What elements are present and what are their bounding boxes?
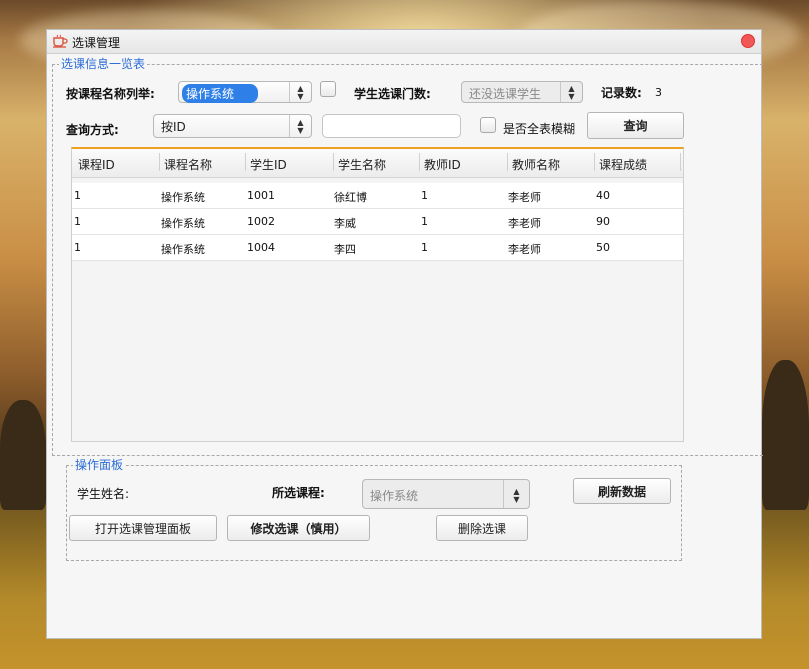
delete-selection-button[interactable]: 删除选课	[436, 515, 528, 541]
title-bar: 选课管理	[47, 30, 761, 54]
column-header-student-id[interactable]: 学生ID	[250, 156, 287, 173]
record-count-value: 3	[655, 86, 662, 99]
cell-course-name: 操作系统	[161, 191, 205, 204]
query-mode-combo[interactable]: 按ID ▲ ▼	[153, 114, 312, 138]
window-title: 选课管理	[72, 36, 121, 50]
cell-teacher-id: 1	[421, 215, 428, 228]
cell-course-id: 1	[74, 189, 81, 202]
open-manage-panel-button[interactable]: 打开选课管理面板	[69, 515, 217, 541]
column-header-score[interactable]: 课程成绩	[599, 156, 647, 173]
column-header-teacher-id[interactable]: 教师ID	[424, 156, 461, 173]
combo-arrows-icon: ▲ ▼	[289, 115, 311, 137]
coffee-cup-icon	[53, 34, 68, 48]
cell-student-id: 1004	[247, 241, 275, 254]
column-header-student-name[interactable]: 学生名称	[338, 156, 386, 173]
operations-group: 操作面板 学生姓名: 所选课程: 操作系统 ▲ ▼ 刷新数据 打开选课管理面板 修…	[66, 458, 682, 561]
cell-teacher-name: 李老师	[508, 243, 541, 256]
table-row[interactable]: 1 操作系统 1002 李威 1 李老师 90	[72, 209, 683, 235]
modify-selection-button[interactable]: 修改选课（慎用）	[227, 515, 370, 541]
combo-arrows-icon: ▲ ▼	[503, 480, 529, 508]
cell-teacher-id: 1	[421, 241, 428, 254]
column-separator	[680, 153, 681, 171]
student-name-label: 学生姓名:	[77, 487, 130, 501]
column-header-teacher-name[interactable]: 教师名称	[512, 156, 560, 173]
column-separator	[333, 153, 334, 171]
by-course-label: 按课程名称列举:	[66, 87, 155, 101]
cell-student-name: 李四	[334, 243, 356, 256]
cell-teacher-name: 李老师	[508, 217, 541, 230]
cell-course-id: 1	[74, 241, 81, 254]
student-count-combo[interactable]: 还没选课学生 ▲ ▼	[461, 81, 583, 103]
course-table: 课程ID 课程名称 学生ID 学生名称 教师ID 教师名称 课程成绩 1 操作系…	[71, 147, 684, 442]
selected-course-label: 所选课程:	[272, 486, 325, 500]
combo-arrows-icon: ▲ ▼	[560, 82, 582, 102]
selected-course-combo-value: 操作系统	[370, 489, 419, 503]
query-mode-label: 查询方式:	[66, 123, 119, 137]
cell-teacher-id: 1	[421, 189, 428, 202]
course-name-combo-value: 操作系统	[182, 84, 259, 103]
cell-course-id: 1	[74, 215, 81, 228]
cell-teacher-name: 李老师	[508, 191, 541, 204]
refresh-button[interactable]: 刷新数据	[573, 478, 671, 504]
cell-student-name: 徐红博	[334, 191, 367, 204]
close-button[interactable]	[741, 34, 755, 48]
query-mode-combo-value: 按ID	[161, 120, 186, 134]
column-separator	[419, 153, 420, 171]
cell-course-name: 操作系统	[161, 243, 205, 256]
fuzzy-label: 是否全表模糊	[503, 122, 576, 136]
column-separator	[507, 153, 508, 171]
cell-score: 40	[596, 189, 610, 202]
cell-student-name: 李威	[334, 217, 356, 230]
cell-student-id: 1002	[247, 215, 275, 228]
group-title: 选课信息一览表	[59, 57, 148, 71]
query-button[interactable]: 查询	[587, 112, 684, 139]
student-count-checkbox[interactable]	[320, 81, 336, 97]
combo-arrows-icon: ▲ ▼	[289, 82, 311, 102]
column-separator	[245, 153, 246, 171]
student-count-combo-value: 还没选课学生	[469, 87, 542, 101]
course-name-combo[interactable]: 操作系统 ▲ ▼	[178, 81, 312, 103]
course-list-group: 选课信息一览表 按课程名称列举: 操作系统 ▲ ▼ 学生选课门数: 还没选课学生 …	[52, 57, 763, 456]
cell-course-name: 操作系统	[161, 217, 205, 230]
group-title: 操作面板	[73, 458, 126, 472]
selected-course-combo[interactable]: 操作系统 ▲ ▼	[362, 479, 530, 509]
cell-student-id: 1001	[247, 189, 275, 202]
background-tree	[0, 400, 46, 510]
course-selection-window: 选课管理 选课信息一览表 按课程名称列举: 操作系统 ▲ ▼ 学生选课门数: 还没…	[46, 29, 763, 639]
table-header: 课程ID 课程名称 学生ID 学生名称 教师ID 教师名称 课程成绩	[72, 149, 683, 178]
record-count-label: 记录数:	[601, 86, 642, 100]
cell-score: 90	[596, 215, 610, 228]
query-input[interactable]	[322, 114, 461, 138]
table-row[interactable]: 1 操作系统 1004 李四 1 李老师 50	[72, 235, 683, 261]
column-separator	[594, 153, 595, 171]
fuzzy-checkbox[interactable]	[480, 117, 496, 133]
student-count-label: 学生选课门数:	[354, 87, 431, 101]
background-tree	[762, 360, 809, 510]
column-header-course-id[interactable]: 课程ID	[78, 156, 115, 173]
column-separator	[159, 153, 160, 171]
table-row[interactable]: 1 操作系统 1001 徐红博 1 李老师 40	[72, 183, 683, 209]
column-header-course-name[interactable]: 课程名称	[164, 156, 212, 173]
cell-score: 50	[596, 241, 610, 254]
